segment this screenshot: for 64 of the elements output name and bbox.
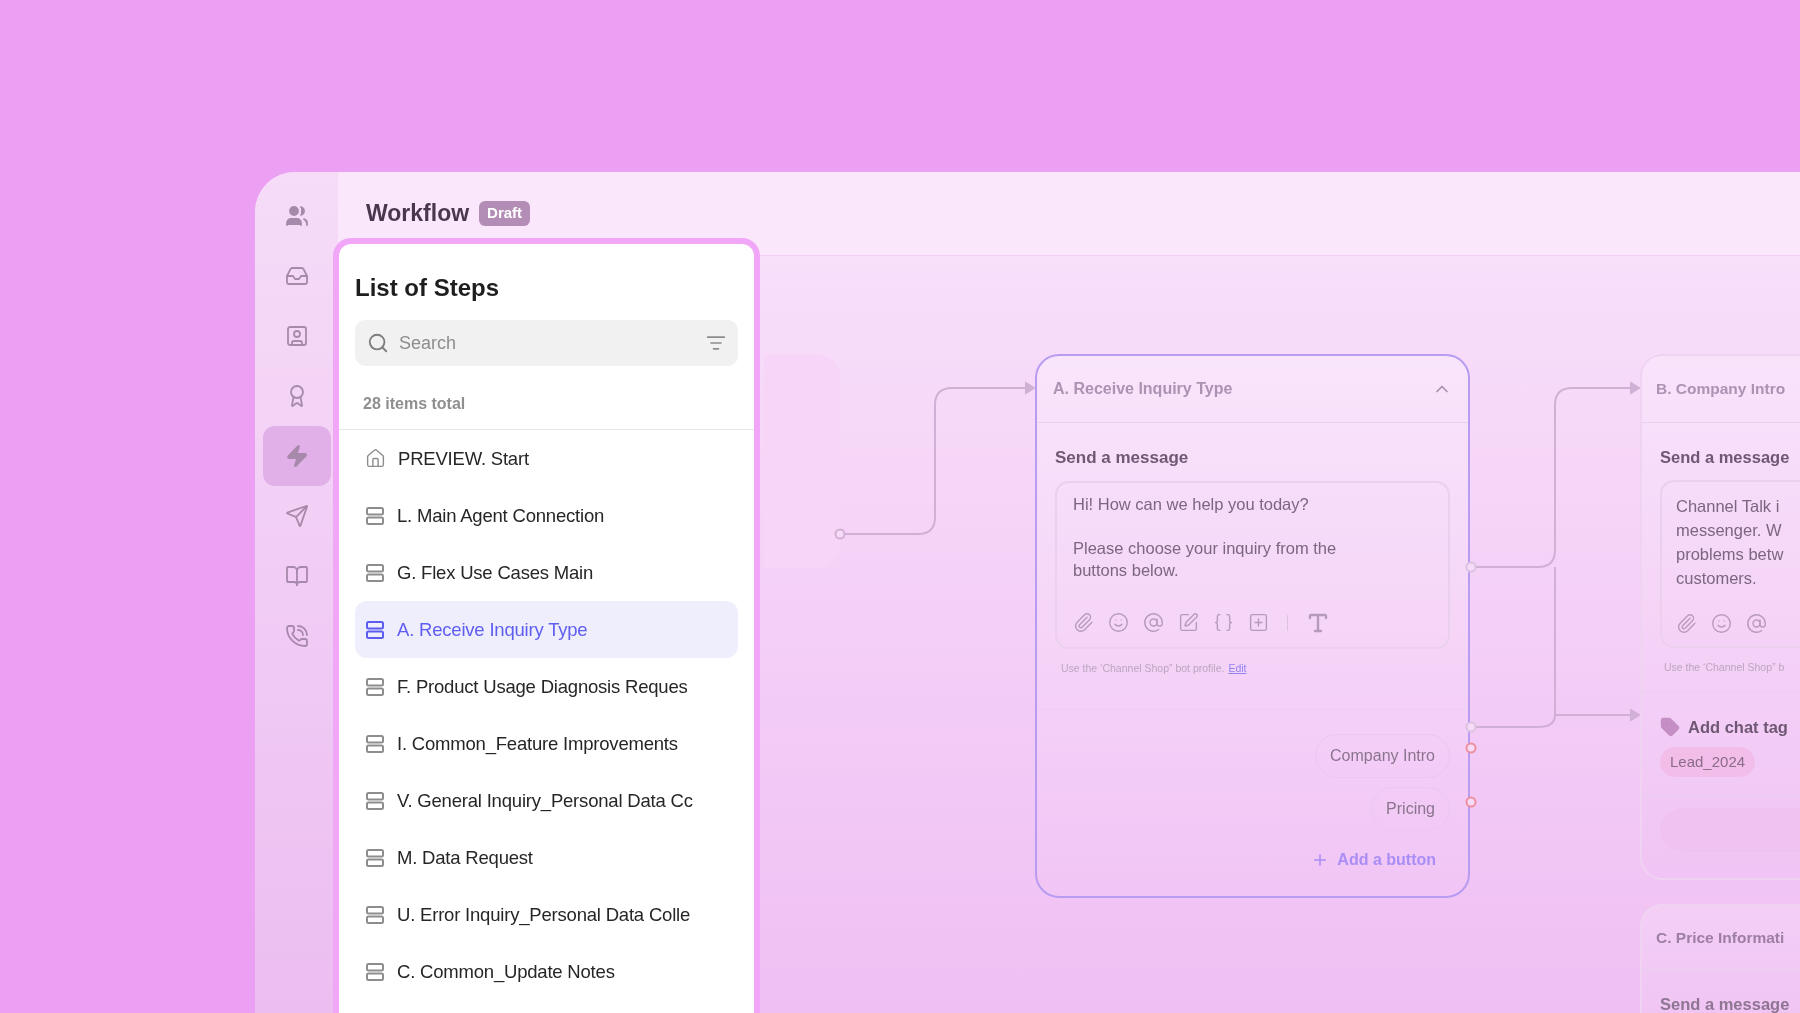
card-title: B. Company Intro xyxy=(1656,379,1786,400)
rows-icon xyxy=(365,505,385,526)
message-text: customers. xyxy=(1676,567,1758,589)
action-title: Add chat tag xyxy=(1688,716,1788,738)
rows-icon xyxy=(365,904,385,925)
rows-icon xyxy=(365,961,385,982)
lightning-icon xyxy=(284,444,309,468)
search-input[interactable]: Search xyxy=(399,329,696,357)
rows-icon xyxy=(365,619,385,640)
note-pen-icon[interactable] xyxy=(1178,612,1199,633)
search-icon xyxy=(367,332,389,354)
panel-title: List of Steps xyxy=(355,273,500,303)
rows-icon xyxy=(365,562,385,583)
inbox-icon xyxy=(284,264,309,288)
step-list-item[interactable]: M. Data Request xyxy=(355,829,738,886)
item-count: 28 items total xyxy=(363,395,466,412)
smiley-icon[interactable] xyxy=(1711,612,1732,634)
add-square-icon[interactable] xyxy=(1248,612,1269,633)
step-card[interactable]: C. Price Informati Send a message xyxy=(1640,904,1800,1013)
step-list-item[interactable]: G. Flex Use Cases Main xyxy=(355,544,738,601)
step-list-item[interactable]: U. Error Inquiry_Personal Data Colle xyxy=(355,886,738,943)
message-editor[interactable]: Hi! How can we help you today? Please choose your inquiry from the buttons below. xyxy=(1055,480,1450,649)
section-title: Send a message xyxy=(1055,447,1190,469)
message-text: Channel Talk i xyxy=(1676,495,1781,517)
step-list-item[interactable]: V. General Inquiry_Personal Data Cc xyxy=(355,772,738,829)
paper-plane-icon xyxy=(284,504,309,528)
step-list-item[interactable]: L. Main Agent Connection xyxy=(355,487,738,544)
step-list-item[interactable]: I. Common_Feature Improvements xyxy=(355,715,738,772)
book-icon xyxy=(284,564,309,588)
card-title: C. Price Informati xyxy=(1656,927,1785,948)
step-list-item[interactable]: C. Common_Update Notes xyxy=(355,943,738,1000)
search-field[interactable]: Search xyxy=(355,320,738,366)
step-list-item[interactable]: A. Receive Inquiry Type xyxy=(355,601,738,658)
card-title: A. Receive Inquiry Type xyxy=(1053,379,1233,399)
section-title: Send a message xyxy=(1660,447,1791,468)
paperclip-icon[interactable] xyxy=(1073,612,1094,633)
step-list-item[interactable]: F. Product Usage Diagnosis Reques xyxy=(355,658,738,715)
filter-icon[interactable] xyxy=(706,333,726,353)
contact-card-icon xyxy=(284,324,309,348)
at-sign-icon[interactable] xyxy=(1143,612,1164,633)
message-editor[interactable]: Channel Talk i messenger. W problems betw customers. xyxy=(1660,479,1800,648)
people-icon xyxy=(284,204,309,228)
connection-port[interactable] xyxy=(834,528,846,540)
message-text: Please choose your inquiry from the buttons below. xyxy=(1073,537,1338,581)
rows-icon xyxy=(365,790,385,811)
tag-icon xyxy=(1660,716,1680,737)
paperclip-icon[interactable] xyxy=(1676,612,1697,634)
chat-tag: Lead_2024 xyxy=(1660,747,1756,778)
home-icon xyxy=(365,448,386,469)
phone-icon xyxy=(284,624,309,648)
message-text: problems betw xyxy=(1676,543,1785,565)
braces-icon[interactable] xyxy=(1213,612,1234,633)
rows-icon xyxy=(365,847,385,868)
rows-icon xyxy=(365,676,385,697)
page-title: Workflow xyxy=(366,199,470,229)
status-badge: Draft xyxy=(479,201,531,226)
message-text: messenger. W xyxy=(1676,519,1783,541)
rows-icon xyxy=(365,733,385,754)
at-sign-icon[interactable] xyxy=(1746,612,1767,634)
section-title: Send a message xyxy=(1660,994,1791,1013)
message-text: Hi! How can we help you today? xyxy=(1073,493,1310,515)
nav-item[interactable] xyxy=(262,426,331,486)
step-list-item[interactable]: PREVIEW. Start xyxy=(355,430,738,487)
smiley-icon[interactable] xyxy=(1108,612,1129,633)
